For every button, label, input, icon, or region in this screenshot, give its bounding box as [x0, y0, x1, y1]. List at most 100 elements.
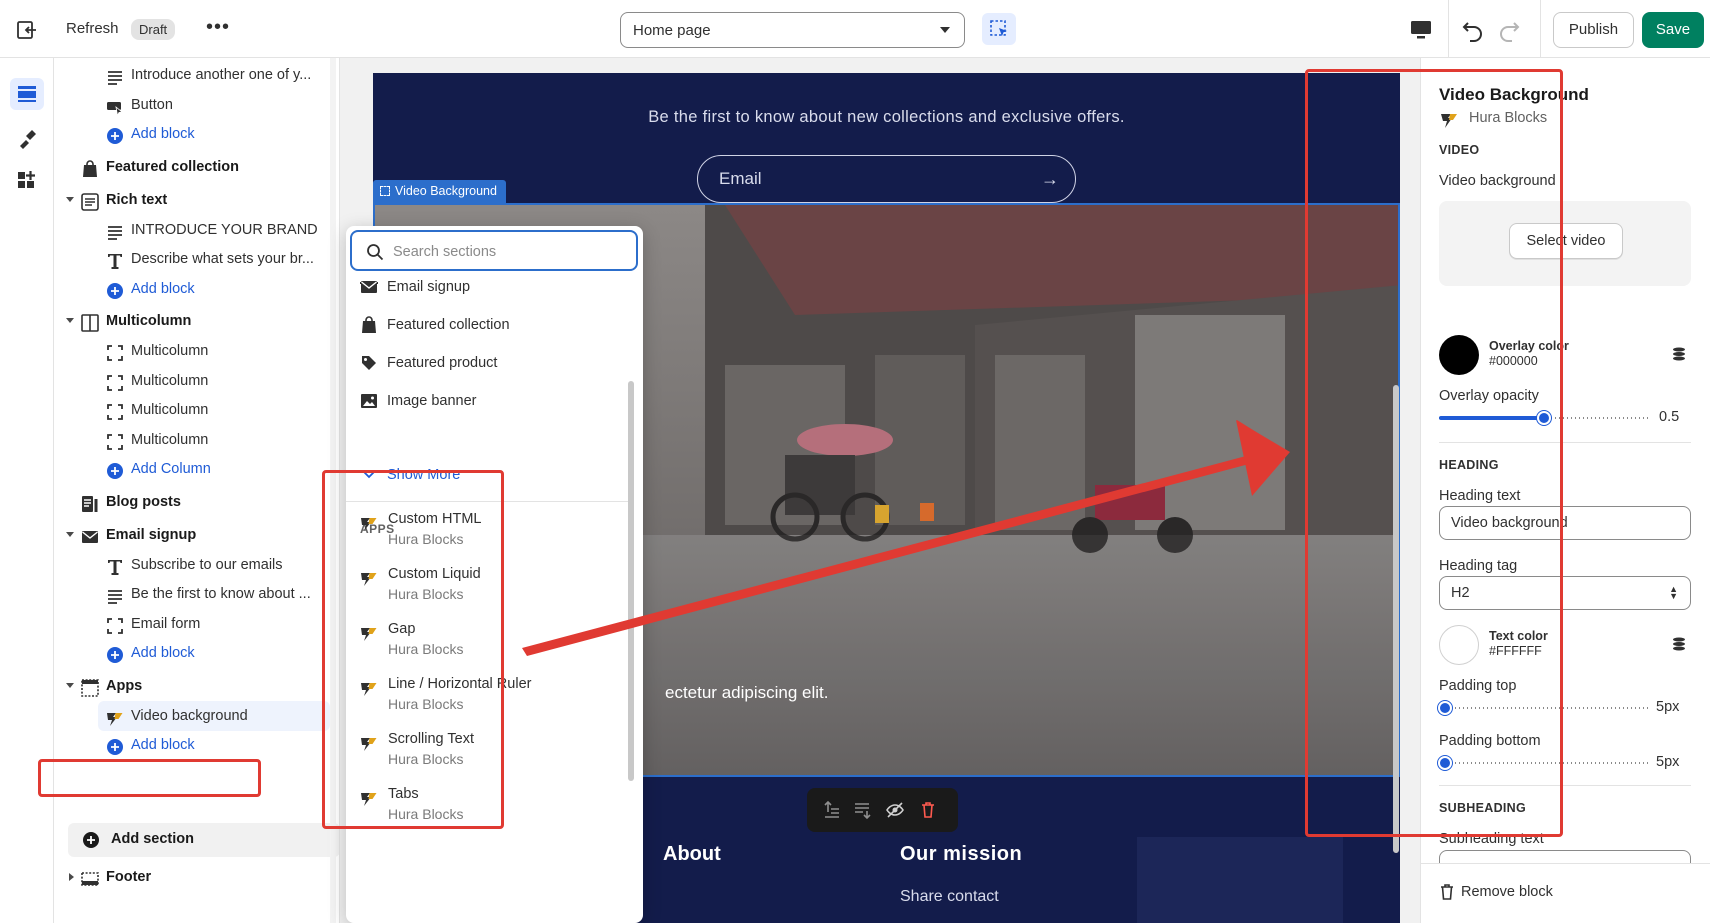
block-label: Add block [131, 280, 195, 297]
block-label: INTRODUCE YOUR BRAND [131, 221, 318, 238]
select-cursor-icon [990, 20, 1007, 36]
undo-icon[interactable] [1460, 17, 1486, 43]
app-block-title: Scrolling Text [388, 731, 474, 747]
paintbrush-icon [20, 130, 36, 149]
block-row[interactable]: Email form [54, 609, 330, 639]
heading-text-input[interactable]: Video background [1439, 506, 1691, 540]
picker-section-label: Featured product [387, 355, 498, 371]
overlay-opacity-slider[interactable] [1439, 408, 1649, 428]
padding-bottom-slider[interactable] [1438, 753, 1649, 773]
plus-circle-icon [106, 461, 124, 479]
move-down-icon[interactable] [853, 800, 873, 820]
add-block-button[interactable]: Add block [54, 119, 330, 149]
section-row[interactable]: Blog posts [54, 487, 330, 517]
theme-settings-nav-button[interactable] [10, 122, 44, 154]
sidebar-scrollbar[interactable] [330, 58, 336, 923]
publish-button[interactable]: Publish [1553, 12, 1634, 48]
column-frame-icon [106, 402, 124, 420]
picker-app-block-item[interactable]: Line / Horizontal Ruler Hura Blocks [360, 676, 540, 716]
sections-nav-button[interactable] [10, 78, 44, 110]
block-row[interactable]: Subscribe to our emails [54, 550, 330, 580]
tag-icon [360, 354, 378, 372]
block-row[interactable]: Multicolumn [54, 336, 330, 366]
image-icon [360, 392, 378, 410]
search-sections-input[interactable]: Search sections [350, 230, 638, 271]
exit-icon[interactable] [14, 18, 38, 42]
heading-tag-select[interactable]: H2 ▲ ▼ [1439, 576, 1691, 610]
chevron-down-icon[interactable] [66, 318, 74, 323]
text-icon [106, 67, 124, 85]
apps-grid-icon [18, 171, 35, 188]
block-label: Add block [131, 645, 195, 661]
overlay-color-swatch[interactable] [1439, 335, 1479, 375]
editor-topbar: Refresh Draft ••• Home page Publish Save [0, 0, 1710, 58]
plus-circle-icon [106, 281, 124, 299]
block-row[interactable]: Multicolumn [54, 425, 330, 455]
picker-app-block-item[interactable]: Scrolling Text Hura Blocks [360, 731, 540, 771]
newsletter-email-input[interactable]: Email → [697, 155, 1076, 203]
section-footer[interactable]: Footer [54, 862, 330, 892]
text-icon [106, 222, 124, 240]
chevron-down-icon[interactable] [66, 531, 74, 537]
redo-icon[interactable] [1496, 17, 1522, 43]
block-label: Multicolumn [131, 402, 209, 418]
footer-mission-text: Share contact [900, 888, 999, 905]
section-row[interactable]: Apps [54, 671, 330, 701]
arrow-right-icon[interactable]: → [1041, 169, 1059, 190]
block-label: Email form [131, 615, 201, 632]
block-row[interactable]: Video background [98, 700, 330, 731]
block-row[interactable]: Multicolumn [54, 395, 330, 425]
chevron-down-icon[interactable] [66, 196, 74, 202]
delete-trash-icon[interactable] [918, 800, 938, 820]
section-row[interactable]: Email signup [54, 520, 330, 550]
block-row[interactable]: Multicolumn [54, 366, 330, 396]
block-row[interactable]: INTRODUCE YOUR BRAND [54, 215, 330, 245]
preview-scrollbar[interactable] [1393, 385, 1399, 853]
add-block-button[interactable]: Add block [54, 274, 330, 304]
block-row[interactable]: Be the first to know about ... [54, 579, 330, 609]
block-row[interactable]: Introduce another one of y... [54, 60, 330, 90]
picker-app-block-item[interactable]: Gap Hura Blocks [360, 621, 540, 661]
hura-blocks-icon [360, 569, 378, 590]
plus-circle-icon [106, 737, 124, 755]
chevron-right-icon[interactable] [69, 873, 74, 881]
inspector-toggle-button[interactable] [982, 13, 1016, 45]
add-block-button[interactable]: Add Column [54, 454, 330, 484]
divider [346, 501, 633, 502]
block-row[interactable]: Describe what sets your br... [54, 244, 330, 274]
app-embeds-nav-button[interactable] [10, 164, 44, 196]
apps-icon [81, 678, 99, 697]
picker-scrollbar[interactable] [628, 381, 634, 781]
desktop-preview-icon[interactable] [1408, 17, 1434, 43]
section-row[interactable]: Rich text [54, 185, 330, 215]
block-label: Button [131, 96, 173, 113]
add-section-button[interactable]: Add section [68, 823, 339, 857]
move-up-icon[interactable] [821, 800, 841, 820]
remove-block-button[interactable]: Remove block [1461, 884, 1553, 900]
select-video-button[interactable]: Select video [1509, 223, 1623, 259]
block-label: Be the first to know about ... [131, 586, 311, 602]
newsletter-tagline: Be the first to know about new collectio… [648, 108, 1125, 126]
section-row[interactable]: Multicolumn [54, 306, 330, 336]
add-block-button[interactable]: Add block [54, 638, 330, 668]
more-actions-button[interactable]: ••• [206, 16, 230, 39]
section-row[interactable]: Featured collection [54, 152, 330, 182]
color-scheme-stack-icon[interactable] [1671, 346, 1687, 362]
add-block-button[interactable]: Add block [54, 730, 330, 760]
padding-top-value: 5px [1656, 699, 1680, 715]
column-frame-icon [106, 616, 124, 634]
padding-bottom-label: Padding bottom [1439, 733, 1541, 749]
picker-section-label: Featured collection [387, 317, 510, 333]
chevron-down-icon[interactable] [66, 682, 74, 688]
picker-app-block-item[interactable]: Tabs Hura Blocks [360, 786, 540, 826]
save-button[interactable]: Save [1642, 12, 1704, 48]
page-select[interactable]: Home page [620, 12, 965, 48]
text-color-swatch[interactable] [1439, 625, 1479, 665]
padding-top-slider[interactable] [1438, 698, 1649, 718]
app-block-title: Custom HTML [388, 511, 482, 527]
color-scheme-stack-icon[interactable] [1671, 636, 1687, 652]
hide-eye-icon[interactable] [885, 800, 905, 820]
picker-app-block-item[interactable]: Custom HTML Hura Blocks [360, 511, 540, 551]
block-row[interactable]: Button [54, 90, 330, 120]
picker-app-block-item[interactable]: Custom Liquid Hura Blocks [360, 566, 540, 606]
